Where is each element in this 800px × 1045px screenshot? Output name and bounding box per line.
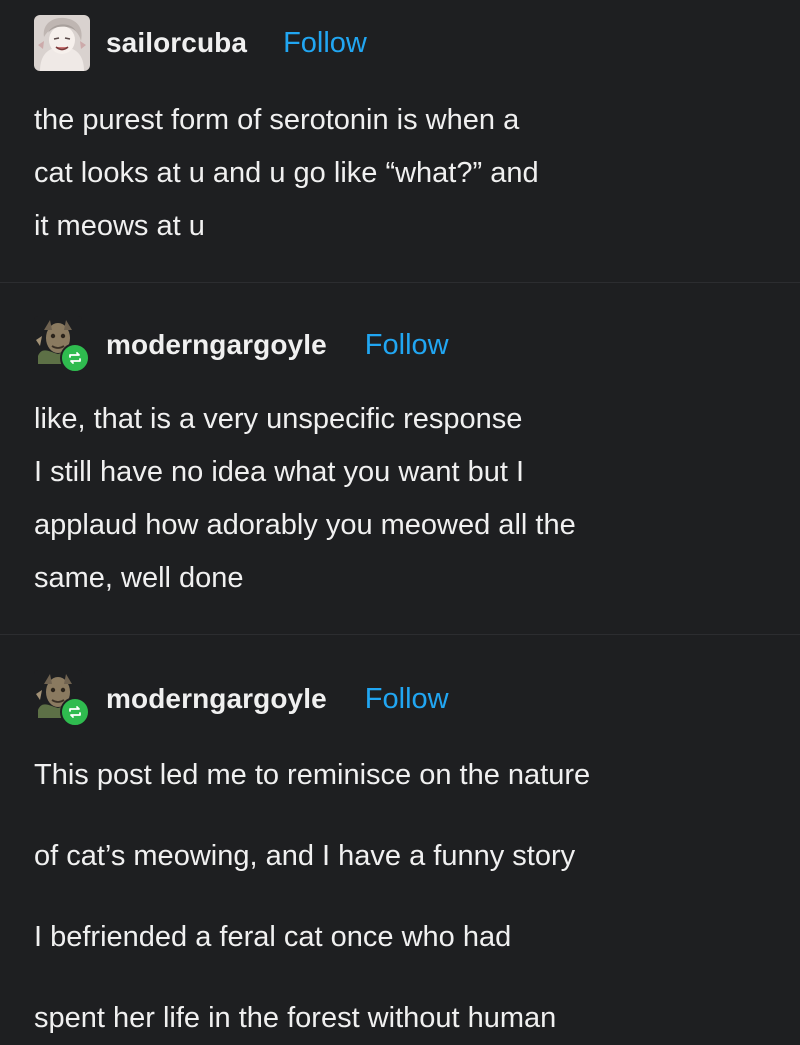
anime-character-avatar-icon	[34, 15, 90, 71]
reblog-badge	[60, 697, 90, 727]
post-text-line: spent her life in the forest without hum…	[34, 1002, 557, 1034]
user-avatar[interactable]	[34, 15, 90, 71]
username[interactable]: moderngargoyle	[106, 683, 327, 715]
post-text-line: This post led me to reminisce on the nat…	[34, 759, 591, 791]
post-body: like, that is a very unspecific response…	[34, 393, 774, 605]
post-text-line: I befriended a feral cat once who had	[34, 921, 512, 953]
post-header: sailorcuba Follow	[34, 13, 367, 73]
post-text-line: I still have no idea what you want but I	[34, 456, 525, 488]
user-avatar[interactable]	[34, 670, 92, 728]
reblog-thread: sailorcuba Follow the purest form of ser…	[0, 0, 800, 1034]
post-paragraph: I befriended a feral cat once who had sp…	[34, 911, 774, 1045]
post-header: moderngargoyle Follow	[34, 315, 449, 375]
post-text-line: same, well done	[34, 562, 244, 594]
follow-button[interactable]: Follow	[365, 683, 449, 716]
post-text-line: like, that is a very unspecific response	[34, 403, 523, 435]
original-post: sailorcuba Follow the purest form of ser…	[0, 0, 800, 282]
user-avatar[interactable]	[34, 316, 92, 374]
post-paragraph: This post led me to reminisce on the nat…	[34, 749, 774, 883]
reblog-icon	[69, 706, 81, 718]
follow-button[interactable]: Follow	[283, 27, 367, 60]
reblog-badge	[60, 343, 90, 373]
post-text-line: applaud how adorably you meowed all the	[34, 509, 576, 541]
post-text-line: cat looks at u and u go like “what?” and	[34, 157, 539, 189]
post-text-line: of cat’s meowing, and I have a funny sto…	[34, 840, 576, 872]
username[interactable]: moderngargoyle	[106, 329, 327, 361]
post-body: the purest form of serotonin is when a c…	[34, 94, 774, 253]
post-header: moderngargoyle Follow	[34, 669, 449, 729]
post-text-line: the purest form of serotonin is when a	[34, 104, 520, 136]
post-body: This post led me to reminisce on the nat…	[34, 749, 774, 1045]
post-text-line: it meows at u	[34, 210, 205, 242]
username[interactable]: sailorcuba	[106, 27, 247, 59]
reblog-post: moderngargoyle Follow This post led me t…	[0, 634, 800, 1034]
follow-button[interactable]: Follow	[365, 329, 449, 362]
reblog-icon	[69, 352, 81, 364]
reblog-post: moderngargoyle Follow like, that is a ve…	[0, 282, 800, 634]
